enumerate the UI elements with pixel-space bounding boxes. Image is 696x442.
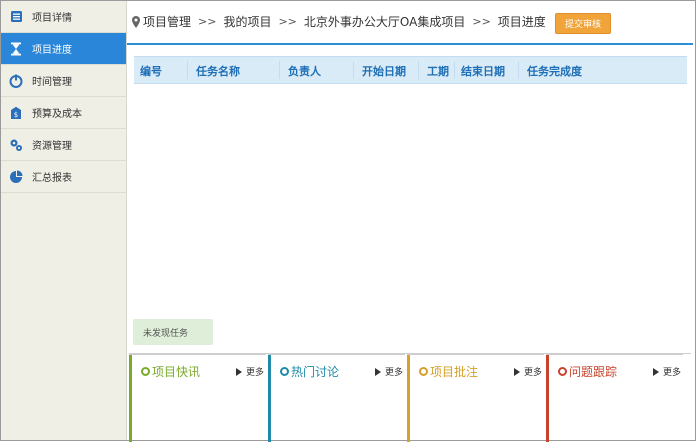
arrow-right-icon xyxy=(235,367,242,376)
more-link[interactable]: 更多 xyxy=(652,365,681,378)
column-divider xyxy=(418,61,419,79)
panel-title: 项目快讯 xyxy=(141,363,200,380)
panel-title-text: 问题跟踪 xyxy=(569,365,618,379)
breadcrumb-separator: >> xyxy=(472,15,491,28)
more-label: 更多 xyxy=(662,368,681,378)
column-divider xyxy=(187,61,188,79)
panel-title-text: 项目批注 xyxy=(430,365,479,379)
column-header-id[interactable]: 编号 xyxy=(140,63,162,79)
bottom-panels: 项目快讯 更多 热门讨论 更多 项目批注 更多 问题跟踪 更多 xyxy=(129,353,691,442)
sidebar-item-label: 资源管理 xyxy=(32,141,72,152)
more-link[interactable]: 更多 xyxy=(513,365,542,378)
arrow-right-icon xyxy=(374,367,381,376)
svg-text:$: $ xyxy=(14,111,18,119)
breadcrumb-separator: >> xyxy=(198,15,217,28)
panel-title-text: 热门讨论 xyxy=(291,365,340,379)
bullet-icon xyxy=(419,367,428,376)
pie-chart-icon xyxy=(9,170,23,184)
more-label: 更多 xyxy=(384,368,403,378)
column-divider xyxy=(454,61,455,79)
gears-icon xyxy=(9,138,23,152)
arrow-right-icon xyxy=(513,367,520,376)
sidebar: 项目详情 项目进度 时间管理 $ 预算及成本 资源管理 汇总报表 xyxy=(1,1,127,440)
panel-title-text: 项目快讯 xyxy=(152,365,201,379)
column-header-start-date[interactable]: 开始日期 xyxy=(362,63,406,79)
column-header-task-name[interactable]: 任务名称 xyxy=(196,63,240,79)
breadcrumb-separator: >> xyxy=(278,15,297,28)
sidebar-item-project-details[interactable]: 项目详情 xyxy=(1,1,126,33)
hourglass-icon xyxy=(9,42,23,56)
panel-accent-bar xyxy=(407,355,410,442)
breadcrumb-item-project-management[interactable]: 项目管理 xyxy=(143,13,191,30)
breadcrumb-item-my-projects[interactable]: 我的项目 xyxy=(223,13,271,30)
more-label: 更多 xyxy=(245,368,264,378)
sidebar-item-label: 汇总报表 xyxy=(32,173,72,184)
panel-hot-discussion: 热门讨论 更多 xyxy=(268,354,405,442)
panel-accent-bar xyxy=(268,355,271,442)
panel-title: 项目批注 xyxy=(419,363,478,380)
bullet-icon xyxy=(141,367,150,376)
more-link[interactable]: 更多 xyxy=(374,365,403,378)
sidebar-item-budget-cost[interactable]: $ 预算及成本 xyxy=(1,97,126,129)
main-content: 项目管理 >> 我的项目 >> 北京外事办公大厅OA集成项目 >> 项目进度 提… xyxy=(127,1,693,442)
sidebar-item-label: 时间管理 xyxy=(32,77,72,88)
panel-accent-bar xyxy=(129,355,132,442)
sidebar-item-label: 项目详情 xyxy=(32,13,72,24)
task-table-header: 编号 任务名称 负责人 开始日期 工期 结束日期 任务完成度 xyxy=(134,56,687,84)
breadcrumb-item-current: 项目进度 xyxy=(497,15,546,29)
header-divider xyxy=(127,43,693,45)
panel-title: 问题跟踪 xyxy=(558,363,617,380)
sidebar-item-summary-report[interactable]: 汇总报表 xyxy=(1,161,126,193)
no-task-message: 未发现任务 xyxy=(133,319,213,345)
power-clock-icon xyxy=(9,74,23,88)
bullet-icon xyxy=(558,367,567,376)
column-header-end-date[interactable]: 结束日期 xyxy=(461,63,505,79)
column-divider xyxy=(279,61,280,79)
sidebar-item-label: 预算及成本 xyxy=(32,109,82,120)
column-header-duration[interactable]: 工期 xyxy=(427,63,449,79)
arrow-right-icon xyxy=(652,367,659,376)
bullet-icon xyxy=(280,367,289,376)
column-header-completion[interactable]: 任务完成度 xyxy=(527,63,582,79)
breadcrumb: 项目管理 >> 我的项目 >> 北京外事办公大厅OA集成项目 >> 项目进度 xyxy=(132,13,546,30)
column-header-owner[interactable]: 负责人 xyxy=(288,63,321,79)
more-label: 更多 xyxy=(523,368,542,378)
column-divider xyxy=(518,61,519,79)
panel-project-news: 项目快讯 更多 xyxy=(129,354,266,442)
list-icon xyxy=(9,10,23,24)
column-divider xyxy=(353,61,354,79)
sidebar-item-time-management[interactable]: 时间管理 xyxy=(1,65,126,97)
panel-issue-tracking: 问题跟踪 更多 xyxy=(546,354,683,442)
location-pin-icon xyxy=(132,15,140,28)
submit-review-button[interactable]: 提交审核 xyxy=(555,13,611,34)
panel-project-annotations: 项目批注 更多 xyxy=(407,354,544,442)
panel-title: 热门讨论 xyxy=(280,363,339,380)
sidebar-item-label: 项目进度 xyxy=(32,45,72,56)
more-link[interactable]: 更多 xyxy=(235,365,264,378)
breadcrumb-item-project-name[interactable]: 北京外事办公大厅OA集成项目 xyxy=(304,13,465,30)
sidebar-item-resource-management[interactable]: 资源管理 xyxy=(1,129,126,161)
sidebar-item-project-progress[interactable]: 项目进度 xyxy=(1,33,126,65)
money-tag-icon: $ xyxy=(9,106,23,120)
panel-accent-bar xyxy=(546,355,549,442)
